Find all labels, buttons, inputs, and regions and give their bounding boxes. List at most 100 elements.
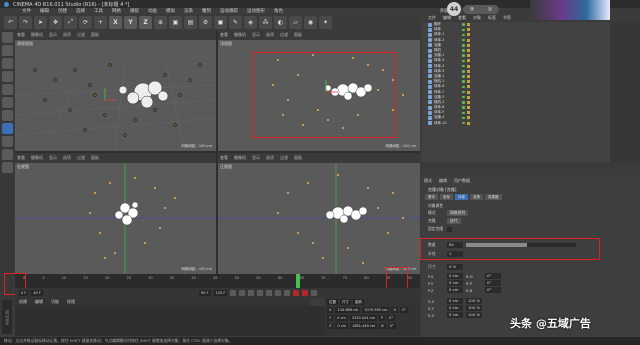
tag-icon[interactable] bbox=[466, 116, 470, 120]
vp-menu-options[interactable]: 选项 bbox=[266, 155, 274, 161]
tag-icon[interactable] bbox=[466, 74, 470, 78]
array-icon[interactable]: ⁂ bbox=[259, 15, 272, 29]
polygons-mode-icon[interactable] bbox=[1, 97, 13, 108]
edges-mode-icon[interactable] bbox=[1, 84, 13, 95]
visibility-dot[interactable] bbox=[462, 95, 465, 99]
visibility-dot[interactable] bbox=[462, 75, 465, 78]
visibility-dot[interactable] bbox=[462, 64, 465, 68]
tag-icon[interactable] bbox=[466, 106, 470, 110]
vp-menu-display[interactable]: 显示 bbox=[49, 155, 57, 161]
obj-menu-file[interactable]: 文件 bbox=[428, 15, 436, 21]
obj-menu-edit[interactable]: 编辑 bbox=[443, 15, 451, 21]
mat-menu-edit[interactable]: 编辑 bbox=[35, 299, 43, 305]
tag-icon[interactable] bbox=[466, 38, 470, 42]
tag-icon[interactable] bbox=[466, 121, 470, 125]
tab-coord[interactable]: 坐标 bbox=[440, 194, 453, 200]
clone-dropdown[interactable]: 迭代 bbox=[447, 218, 461, 224]
start-frame-field[interactable]: 0 F bbox=[19, 290, 29, 296]
tag-icon[interactable] bbox=[466, 33, 470, 37]
vp-menu-filter[interactable]: 过滤 bbox=[77, 32, 85, 38]
plus-icon[interactable]: + bbox=[94, 15, 107, 29]
move-icon[interactable]: ✥ bbox=[49, 15, 62, 29]
viewport-perspective[interactable]: 查看 摄像机 显示 选项 过滤 面板 透视视图 网格间距 : 100 cm bbox=[15, 30, 216, 151]
vp-menu-camera[interactable]: 摄像机 bbox=[31, 155, 43, 161]
vp-menu-options[interactable]: 选项 bbox=[266, 32, 274, 38]
visibility-dot[interactable] bbox=[462, 59, 465, 63]
z-axis-toggle[interactable]: Z bbox=[139, 15, 152, 29]
coord-rot-h[interactable]: 0° bbox=[400, 307, 409, 313]
rb-field[interactable]: 0° bbox=[485, 287, 501, 293]
render-view-icon[interactable]: ▣ bbox=[169, 15, 182, 29]
vp-menu-view[interactable]: 查看 bbox=[17, 155, 25, 161]
deformer-icon[interactable]: ◐ bbox=[274, 15, 287, 29]
mat-menu-create[interactable]: 创建 bbox=[19, 299, 27, 305]
mode-dropdown[interactable]: 网格排列 bbox=[447, 210, 469, 216]
tag-icon[interactable] bbox=[466, 95, 470, 99]
next-frame-icon[interactable] bbox=[266, 290, 273, 296]
visibility-dot[interactable] bbox=[462, 101, 465, 104]
visibility-dot[interactable] bbox=[462, 121, 465, 125]
visibility-dot[interactable] bbox=[462, 49, 465, 52]
texture-mode-icon[interactable] bbox=[1, 45, 13, 56]
obj-menu-view[interactable]: 查看 bbox=[458, 15, 466, 21]
end-frame-field[interactable]: 90 F bbox=[198, 290, 211, 296]
vp-menu-options[interactable]: 选项 bbox=[63, 155, 71, 161]
tab-effectors[interactable]: 效果器 bbox=[485, 194, 502, 200]
axis-mode-icon[interactable] bbox=[1, 110, 13, 121]
visibility-dot[interactable] bbox=[462, 23, 465, 26]
visibility-dot[interactable] bbox=[462, 80, 465, 83]
visibility-dot[interactable] bbox=[462, 44, 465, 47]
pz-field[interactable]: 0 cm bbox=[447, 287, 463, 293]
go-start-icon[interactable] bbox=[230, 290, 237, 296]
vp-menu-camera[interactable]: 摄像机 bbox=[234, 155, 246, 161]
py-field[interactable]: 0 cm bbox=[447, 280, 463, 286]
vp-menu-panel[interactable]: 面板 bbox=[91, 155, 99, 161]
subdivision-icon[interactable]: ◈ bbox=[244, 15, 257, 29]
x-axis-toggle[interactable]: X bbox=[109, 15, 122, 29]
y-axis-toggle[interactable]: Y bbox=[124, 15, 137, 29]
visibility-dot[interactable] bbox=[462, 106, 465, 109]
cube-icon[interactable]: ◼ bbox=[214, 15, 227, 29]
visibility-dot[interactable] bbox=[462, 70, 465, 73]
coord-rot-p[interactable]: 0° bbox=[387, 315, 396, 321]
tag-icon[interactable] bbox=[466, 64, 470, 68]
mat-menu-function[interactable]: 功能 bbox=[51, 299, 59, 305]
render-settings-icon[interactable]: ⚙ bbox=[199, 15, 212, 29]
fix-clone-checkbox[interactable] bbox=[447, 226, 452, 232]
rotate-icon[interactable]: ⟳ bbox=[79, 15, 92, 29]
render-picture-icon[interactable]: ▤ bbox=[184, 15, 197, 29]
tag-icon[interactable] bbox=[466, 23, 470, 27]
vp-menu-filter[interactable]: 过滤 bbox=[77, 155, 85, 161]
preview-end-field[interactable]: 120 F bbox=[213, 290, 228, 296]
go-end-icon[interactable] bbox=[284, 290, 291, 296]
visibility-dot[interactable] bbox=[462, 116, 465, 120]
sx-field[interactable]: 0 cm bbox=[447, 298, 463, 304]
record-icon[interactable] bbox=[293, 290, 300, 296]
workplane-icon[interactable] bbox=[1, 58, 13, 69]
visibility-dot[interactable] bbox=[462, 85, 465, 89]
radius-field[interactable]: 1 bbox=[447, 251, 463, 257]
lock-icon[interactable] bbox=[1, 149, 13, 160]
tab-transform[interactable]: 变换 bbox=[470, 194, 483, 200]
next-key-icon[interactable] bbox=[275, 290, 282, 296]
prev-frame-icon[interactable] bbox=[248, 290, 255, 296]
vp-menu-filter[interactable]: 过滤 bbox=[280, 155, 288, 161]
tag-icon[interactable] bbox=[466, 111, 470, 115]
sy-field[interactable]: 0 cm bbox=[447, 305, 463, 311]
vp-menu-options[interactable]: 选项 bbox=[63, 32, 71, 38]
timeline[interactable]: 0 5 10 15 20 25 30 35 40 45 50 55 60 65 … bbox=[15, 274, 420, 288]
vp-menu-view[interactable]: 查看 bbox=[220, 155, 228, 161]
right-side-tabs[interactable] bbox=[610, 22, 640, 162]
auto-key-icon[interactable] bbox=[302, 290, 309, 296]
tag-icon[interactable] bbox=[466, 49, 470, 53]
rp-field[interactable]: 0° bbox=[485, 280, 501, 286]
pen-icon[interactable]: ✎ bbox=[229, 15, 242, 29]
vp-menu-view[interactable]: 查看 bbox=[17, 32, 25, 38]
visibility-dot[interactable] bbox=[462, 33, 465, 37]
floor-icon[interactable]: ▱ bbox=[289, 15, 302, 29]
vp-menu-display[interactable]: 显示 bbox=[252, 155, 260, 161]
tag-icon[interactable] bbox=[466, 100, 470, 104]
sx-percent[interactable]: 100 % bbox=[466, 298, 483, 304]
tag-icon[interactable] bbox=[466, 59, 470, 63]
points-mode-icon[interactable] bbox=[1, 71, 13, 82]
